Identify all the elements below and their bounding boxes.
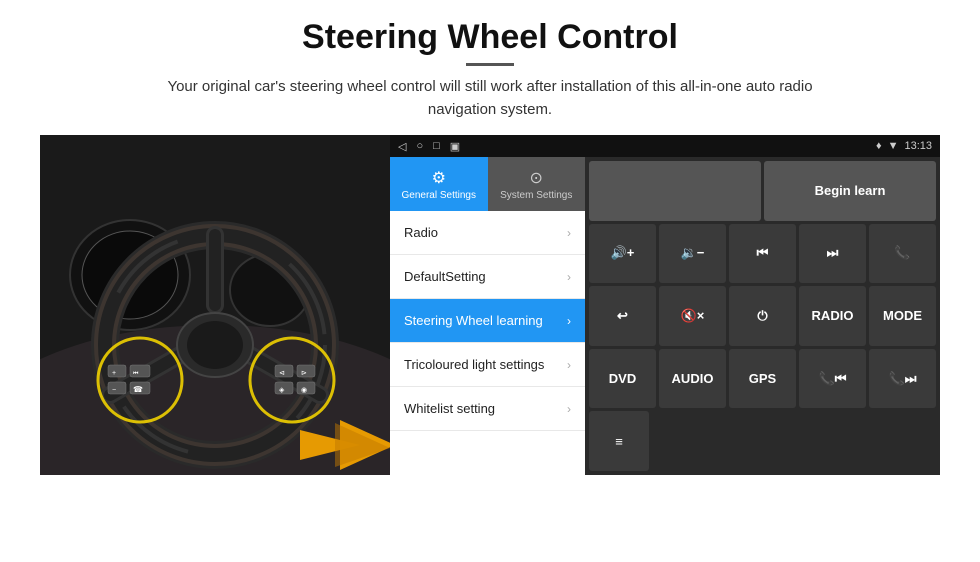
menu-item-default-label: DefaultSetting: [404, 269, 567, 284]
chevron-tricoloured: ›: [567, 358, 571, 372]
menu-item-radio-label: Radio: [404, 225, 567, 240]
hang-up-button[interactable]: ↩: [589, 286, 656, 346]
prev-track-button[interactable]: ⏮: [729, 224, 796, 284]
btn-row-5: ≡: [589, 411, 936, 471]
menu-item-tricoloured-label: Tricoloured light settings: [404, 357, 567, 372]
radio-label: RADIO: [812, 308, 854, 323]
menu-item-default[interactable]: DefaultSetting ›: [390, 255, 585, 299]
audio-button[interactable]: AUDIO: [659, 349, 726, 409]
device-ui: ◁ ○ □ ▣ ♦ ▼ 13:13 ⚙: [390, 135, 940, 475]
chevron-steering: ›: [567, 314, 571, 328]
mode-label: MODE: [883, 308, 922, 323]
chevron-whitelist: ›: [567, 402, 571, 416]
back-icon: ◁: [398, 140, 406, 153]
svg-text:⊲: ⊲: [279, 370, 285, 377]
clock: 13:13: [904, 140, 932, 152]
menu-panel: ⚙ General Settings ⊙ System Settings Rad…: [390, 157, 585, 475]
page-wrapper: Steering Wheel Control Your original car…: [0, 0, 980, 562]
dvd-button[interactable]: DVD: [589, 349, 656, 409]
gps-button[interactable]: GPS: [729, 349, 796, 409]
recent-icon: □: [433, 140, 440, 152]
prev-icon: ⏮: [757, 245, 769, 261]
content-row: + − ⏮ ☎ ⊲ ⊳ ◈ ◉: [40, 135, 940, 552]
gps-label: GPS: [749, 371, 776, 386]
menu-item-steering[interactable]: Steering Wheel learning ›: [390, 299, 585, 343]
next-icon: ⏭: [827, 245, 839, 261]
phone-next-icon: 📞⏭: [889, 371, 917, 387]
btn-row-1: Begin learn: [589, 161, 936, 221]
svg-text:◈: ◈: [279, 387, 285, 394]
mode-button[interactable]: MODE: [869, 286, 936, 346]
svg-text:⏮: ⏮: [133, 371, 139, 377]
phone-answer-button[interactable]: 📞: [869, 224, 936, 284]
signal-icon: ▼: [888, 140, 899, 152]
menu-items: Radio › DefaultSetting › Steering Wheel …: [390, 211, 585, 475]
tab-system[interactable]: ⊙ System Settings: [488, 157, 586, 211]
status-bar: ◁ ○ □ ▣ ♦ ▼ 13:13: [390, 135, 940, 157]
chevron-default: ›: [567, 270, 571, 284]
main-ui: ⚙ General Settings ⊙ System Settings Rad…: [390, 157, 940, 475]
begin-learn-button[interactable]: Begin learn: [764, 161, 936, 221]
menu-item-steering-label: Steering Wheel learning: [404, 313, 567, 328]
list-button[interactable]: ≡: [589, 411, 649, 471]
general-settings-icon: ⚙: [432, 168, 446, 188]
menu-item-radio[interactable]: Radio ›: [390, 211, 585, 255]
btn-row-3: ↩ 🔇× ⏻ RADIO MODE: [589, 286, 936, 346]
mute-icon: 🔇×: [681, 308, 705, 324]
menu-icon: ▣: [450, 140, 460, 153]
svg-text:−: −: [112, 387, 116, 394]
svg-text:☎: ☎: [133, 385, 143, 394]
home-icon: ○: [416, 140, 423, 152]
menu-item-tricoloured[interactable]: Tricoloured light settings ›: [390, 343, 585, 387]
phone-icon: 📞: [894, 245, 910, 261]
mute-button[interactable]: 🔇×: [659, 286, 726, 346]
btn-row-4: DVD AUDIO GPS 📞⏮ 📞⏭: [589, 349, 936, 409]
page-title: Steering Wheel Control: [302, 18, 678, 57]
dvd-label: DVD: [609, 371, 636, 386]
svg-text:+: +: [112, 370, 116, 377]
tabs-row: ⚙ General Settings ⊙ System Settings: [390, 157, 585, 211]
vol-up-icon: 🔊+: [611, 245, 635, 261]
menu-item-whitelist[interactable]: Whitelist setting ›: [390, 387, 585, 431]
system-settings-icon: ⊙: [530, 168, 543, 188]
svg-text:◉: ◉: [301, 387, 307, 394]
status-left: ◁ ○ □ ▣: [398, 140, 460, 153]
vol-up-button[interactable]: 🔊+: [589, 224, 656, 284]
radio-button[interactable]: RADIO: [799, 286, 866, 346]
hang-up-icon: ↩: [617, 308, 628, 324]
list-icon: ≡: [615, 434, 623, 449]
audio-label: AUDIO: [672, 371, 714, 386]
steering-wheel-image: + − ⏮ ☎ ⊲ ⊳ ◈ ◉: [40, 135, 390, 475]
phone-prev-icon: 📞⏮: [819, 371, 847, 387]
title-divider: [466, 63, 514, 66]
chevron-radio: ›: [567, 226, 571, 240]
next-track-button[interactable]: ⏭: [799, 224, 866, 284]
power-button[interactable]: ⏻: [729, 286, 796, 346]
svg-text:⊳: ⊳: [301, 370, 307, 377]
page-subtitle: Your original car's steering wheel contr…: [140, 76, 840, 121]
status-right: ♦ ▼ 13:13: [876, 140, 932, 152]
tab-general[interactable]: ⚙ General Settings: [390, 157, 488, 211]
btn-row-2: 🔊+ 🔉− ⏮ ⏭ 📞: [589, 224, 936, 284]
vol-down-icon: 🔉−: [681, 245, 705, 261]
tab-general-label: General Settings: [402, 190, 477, 201]
tab-system-label: System Settings: [500, 190, 572, 201]
menu-item-whitelist-label: Whitelist setting: [404, 401, 567, 416]
phone-prev-button[interactable]: 📞⏮: [799, 349, 866, 409]
vol-down-button[interactable]: 🔉−: [659, 224, 726, 284]
power-icon: ⏻: [757, 308, 767, 324]
location-icon: ♦: [876, 140, 882, 152]
phone-next-button[interactable]: 📞⏭: [869, 349, 936, 409]
buttons-panel: Begin learn 🔊+ 🔉− ⏮: [585, 157, 940, 475]
empty-space: [652, 411, 936, 471]
empty-cell: [589, 161, 761, 221]
